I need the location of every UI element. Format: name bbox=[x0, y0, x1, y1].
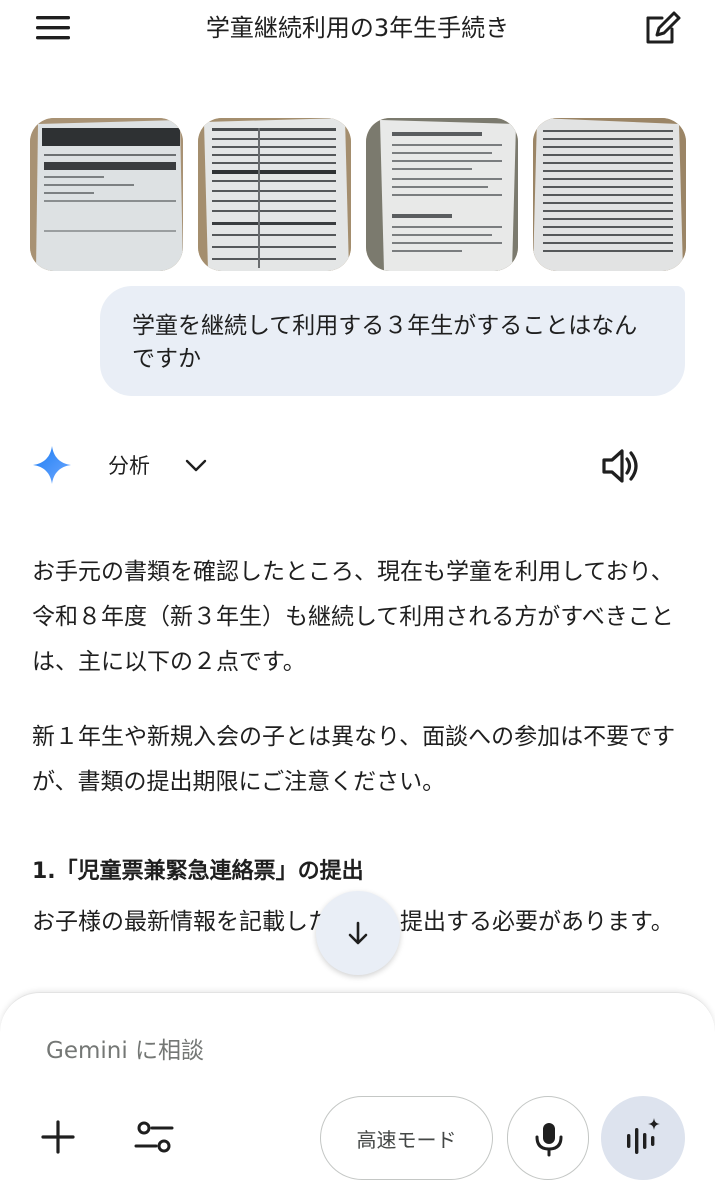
chat-title: 学童継続利用の3年生手続き bbox=[205, 14, 510, 42]
edit-icon bbox=[646, 11, 681, 44]
plus-icon bbox=[41, 1120, 75, 1154]
attachment-thumbnail-1[interactable] bbox=[30, 118, 183, 271]
attachment-thumbnails bbox=[30, 118, 686, 272]
attachment-thumbnail-3[interactable] bbox=[365, 118, 519, 271]
tune-icon bbox=[134, 1121, 174, 1153]
response-paragraph: お手元の書類を確認したところ、現在も学童を利用しており、令和８年度（新３年生）も… bbox=[32, 559, 674, 675]
composer-panel: 高速モード bbox=[0, 992, 715, 1200]
microphone-icon bbox=[535, 1123, 563, 1157]
new-chat-button[interactable] bbox=[640, 8, 684, 48]
response-heading: 1.「児童票兼緊急連絡票」の提出 bbox=[32, 859, 364, 884]
read-aloud-button[interactable] bbox=[598, 444, 642, 488]
attachment-thumbnail-2[interactable] bbox=[197, 118, 351, 271]
scroll-to-bottom-button[interactable] bbox=[316, 891, 400, 975]
document-photo-image bbox=[197, 118, 351, 271]
chevron-down-icon bbox=[185, 459, 207, 472]
add-attachment-button[interactable] bbox=[36, 1115, 80, 1159]
live-mode-button[interactable] bbox=[601, 1096, 685, 1180]
gemini-sparkle-icon bbox=[33, 446, 71, 484]
tools-button[interactable] bbox=[132, 1115, 176, 1159]
live-waveform-sparkle-icon bbox=[627, 1118, 660, 1154]
hamburger-menu-icon bbox=[36, 16, 70, 40]
prompt-input[interactable] bbox=[46, 1029, 646, 1073]
arrow-down-icon bbox=[348, 921, 368, 945]
document-photo-image bbox=[365, 118, 519, 271]
menu-button[interactable] bbox=[34, 12, 74, 44]
model-dropdown-toggle[interactable] bbox=[182, 452, 210, 480]
response-paragraph: 新１年生や新規入会の子とは異なり、面談への参加は不要ですが、書類の提出期限にご注… bbox=[32, 724, 676, 795]
microphone-button[interactable] bbox=[507, 1096, 589, 1180]
speed-mode-button[interactable]: 高速モード bbox=[320, 1096, 493, 1180]
document-photo-image bbox=[30, 118, 183, 271]
user-message-bubble: 学童を継続して利用する３年生がすることはなんですか bbox=[100, 286, 685, 396]
gemini-chat-screen: 学童継続利用の3年生手続き 学童を継続して利用する３年生がすることはなんですか … bbox=[0, 0, 715, 1200]
attachment-thumbnail-4[interactable] bbox=[533, 118, 686, 271]
document-photo-image bbox=[533, 118, 686, 271]
speaker-icon bbox=[602, 449, 638, 483]
top-bar: 学童継続利用の3年生手続き bbox=[0, 0, 715, 52]
model-mode-label: 分析 bbox=[108, 454, 150, 478]
